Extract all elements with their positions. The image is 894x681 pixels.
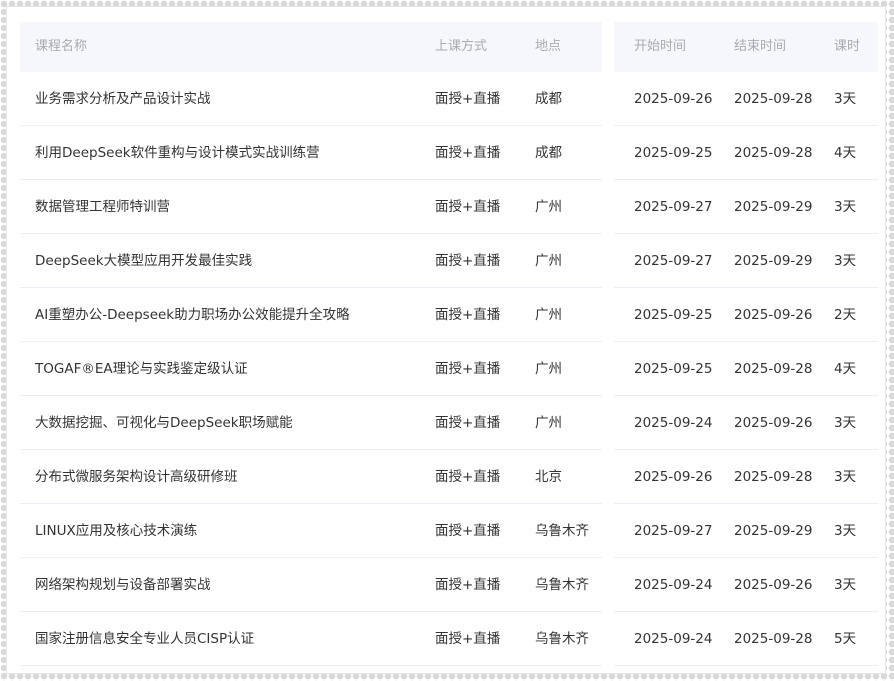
start-date: 2025-09-27 — [634, 199, 713, 215]
table-header: 课程名称 上课方式 地点 开始时间 结束时间 课时 — [20, 22, 878, 72]
start-date: 2025-09-27 — [634, 253, 713, 269]
duration: 3天 — [834, 91, 857, 107]
course-name-link[interactable]: 网络架构规划与设备部署实战 — [35, 558, 211, 612]
table-row[interactable]: 分布式微服务架构设计高级研修班 面授+直播 北京 2025-09-26 2025… — [20, 450, 878, 504]
location: 乌鲁木齐 — [535, 577, 589, 593]
end-date: 2025-09-29 — [734, 523, 813, 539]
duration: 3天 — [834, 523, 857, 539]
header-start-time: 开始时间 — [634, 39, 687, 54]
location: 乌鲁木齐 — [535, 523, 589, 539]
course-name-link[interactable]: 分布式微服务架构设计高级研修班 — [35, 450, 238, 504]
start-date: 2025-09-25 — [634, 145, 713, 161]
location: 成都 — [535, 91, 562, 107]
duration: 4天 — [834, 361, 857, 377]
header-end-time: 结束时间 — [734, 39, 787, 54]
course-name-link[interactable]: 数据管理工程师特训营 — [35, 180, 170, 234]
duration: 4天 — [834, 145, 857, 161]
header-location: 地点 — [535, 39, 562, 54]
end-date: 2025-09-26 — [734, 415, 813, 431]
start-date: 2025-09-24 — [634, 415, 713, 431]
location: 广州 — [535, 307, 562, 323]
end-date: 2025-09-29 — [734, 253, 813, 269]
header-background-left — [20, 22, 602, 72]
duration: 3天 — [834, 577, 857, 593]
class-mode: 面授+直播 — [435, 415, 501, 431]
class-mode: 面授+直播 — [435, 523, 501, 539]
course-name-link[interactable]: 国家注册信息安全专业人员CISP认证 — [35, 612, 254, 666]
table-row[interactable]: DeepSeek大模型应用开发最佳实践 面授+直播 广州 2025-09-27 … — [20, 234, 878, 288]
course-name-link[interactable]: 大数据挖掘、可视化与DeepSeek职场赋能 — [35, 396, 293, 450]
table-body: 业务需求分析及产品设计实战 面授+直播 成都 2025-09-26 2025-0… — [20, 72, 878, 666]
course-name-link[interactable]: AI重塑办公-Deepseek助力职场办公效能提升全攻略 — [35, 288, 350, 342]
table-row[interactable]: TOGAF®EA理论与实践鉴定级认证 面授+直播 广州 2025-09-25 2… — [20, 342, 878, 396]
row-divider — [20, 665, 602, 666]
end-date: 2025-09-28 — [734, 361, 813, 377]
table-row[interactable]: LINUX应用及核心技术演练 面授+直播 乌鲁木齐 2025-09-27 202… — [20, 504, 878, 558]
header-course-name: 课程名称 — [35, 39, 88, 54]
table-row[interactable]: 业务需求分析及产品设计实战 面授+直播 成都 2025-09-26 2025-0… — [20, 72, 878, 126]
end-date: 2025-09-29 — [734, 199, 813, 215]
start-date: 2025-09-25 — [634, 307, 713, 323]
end-date: 2025-09-26 — [734, 307, 813, 323]
location: 广州 — [535, 199, 562, 215]
end-date: 2025-09-28 — [734, 469, 813, 485]
course-name-link[interactable]: 业务需求分析及产品设计实战 — [35, 72, 211, 126]
class-mode: 面授+直播 — [435, 577, 501, 593]
start-date: 2025-09-24 — [634, 577, 713, 593]
location: 乌鲁木齐 — [535, 631, 589, 647]
class-mode: 面授+直播 — [435, 307, 501, 323]
start-date: 2025-09-26 — [634, 91, 713, 107]
duration: 3天 — [834, 199, 857, 215]
course-name-link[interactable]: DeepSeek大模型应用开发最佳实践 — [35, 234, 252, 288]
course-table: 课程名称 上课方式 地点 开始时间 结束时间 课时 业务需求分析及产品设计实战 … — [20, 22, 878, 666]
header-duration: 课时 — [834, 39, 861, 54]
course-name-link[interactable]: 利用DeepSeek软件重构与设计模式实战训练营 — [35, 126, 320, 180]
start-date: 2025-09-25 — [634, 361, 713, 377]
course-name-link[interactable]: LINUX应用及核心技术演练 — [35, 504, 197, 558]
start-date: 2025-09-24 — [634, 631, 713, 647]
class-mode: 面授+直播 — [435, 469, 501, 485]
class-mode: 面授+直播 — [435, 631, 501, 647]
duration: 2天 — [834, 307, 857, 323]
location: 成都 — [535, 145, 562, 161]
class-mode: 面授+直播 — [435, 91, 501, 107]
end-date: 2025-09-28 — [734, 145, 813, 161]
course-schedule-sheet: 课程名称 上课方式 地点 开始时间 结束时间 课时 业务需求分析及产品设计实战 … — [6, 6, 886, 674]
class-mode: 面授+直播 — [435, 145, 501, 161]
class-mode: 面授+直播 — [435, 361, 501, 377]
table-row[interactable]: AI重塑办公-Deepseek助力职场办公效能提升全攻略 面授+直播 广州 20… — [20, 288, 878, 342]
course-name-link[interactable]: TOGAF®EA理论与实践鉴定级认证 — [35, 342, 248, 396]
start-date: 2025-09-27 — [634, 523, 713, 539]
end-date: 2025-09-28 — [734, 91, 813, 107]
location: 北京 — [535, 469, 562, 485]
duration: 3天 — [834, 253, 857, 269]
duration: 3天 — [834, 415, 857, 431]
table-row[interactable]: 数据管理工程师特训营 面授+直播 广州 2025-09-27 2025-09-2… — [20, 180, 878, 234]
duration: 3天 — [834, 469, 857, 485]
location: 广州 — [535, 253, 562, 269]
table-row[interactable]: 国家注册信息安全专业人员CISP认证 面授+直播 乌鲁木齐 2025-09-24… — [20, 612, 878, 666]
header-class-mode: 上课方式 — [435, 39, 488, 54]
table-row[interactable]: 利用DeepSeek软件重构与设计模式实战训练营 面授+直播 成都 2025-0… — [20, 126, 878, 180]
start-date: 2025-09-26 — [634, 469, 713, 485]
end-date: 2025-09-28 — [734, 631, 813, 647]
location: 广州 — [535, 361, 562, 377]
class-mode: 面授+直播 — [435, 199, 501, 215]
table-row[interactable]: 大数据挖掘、可视化与DeepSeek职场赋能 面授+直播 广州 2025-09-… — [20, 396, 878, 450]
duration: 5天 — [834, 631, 857, 647]
class-mode: 面授+直播 — [435, 253, 501, 269]
location: 广州 — [535, 415, 562, 431]
table-row[interactable]: 网络架构规划与设备部署实战 面授+直播 乌鲁木齐 2025-09-24 2025… — [20, 558, 878, 612]
row-divider — [614, 665, 878, 666]
end-date: 2025-09-26 — [734, 577, 813, 593]
